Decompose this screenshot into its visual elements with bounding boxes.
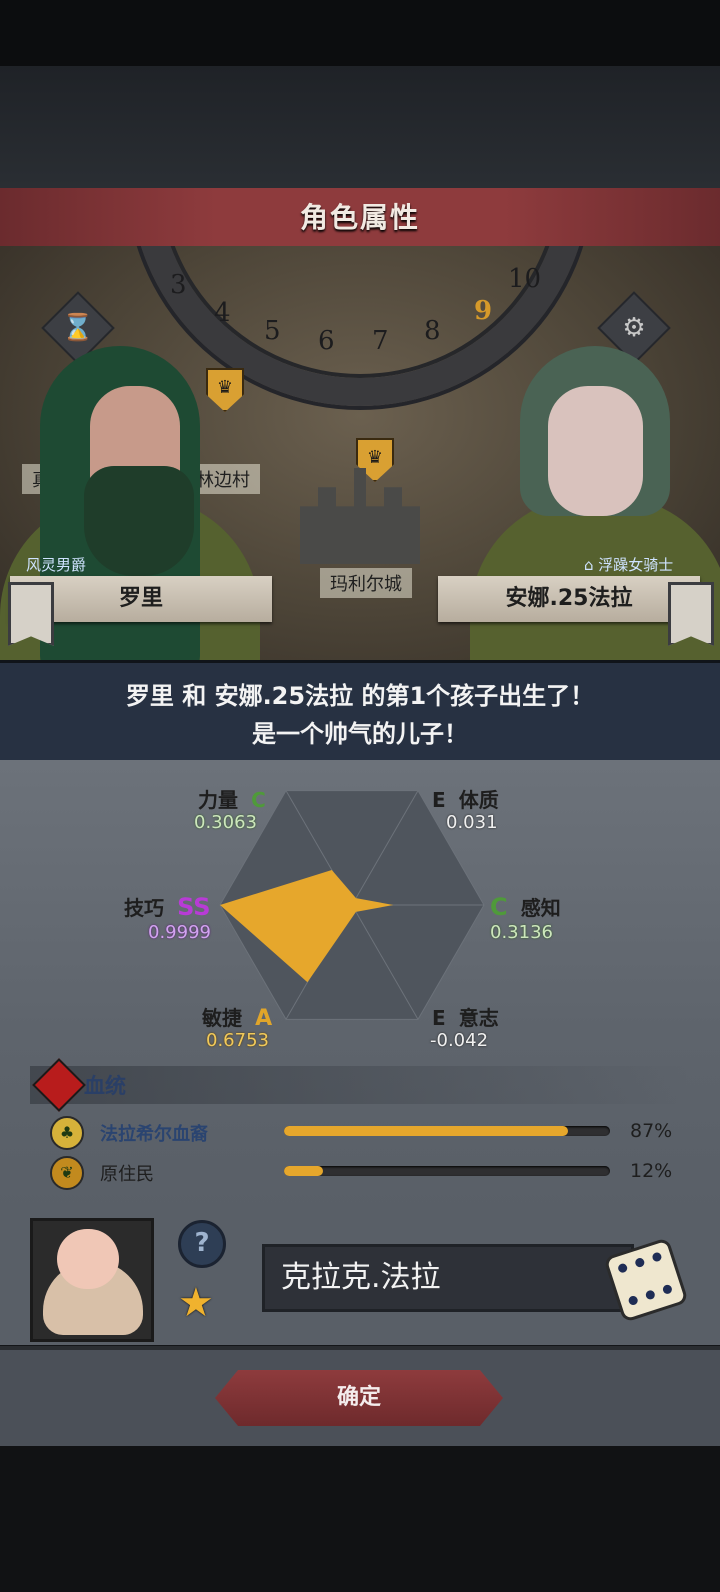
left-character-beard bbox=[84, 466, 194, 576]
child-name-field[interactable]: 克拉克.法拉 bbox=[262, 1244, 634, 1312]
dial-number: 10 bbox=[508, 264, 542, 294]
leaf-icon: ❦ bbox=[50, 1156, 84, 1190]
stat-constitution-grade: E bbox=[432, 788, 446, 812]
stat-constitution-value: 0.031 bbox=[446, 812, 498, 833]
bloodline-title: 血统 bbox=[84, 1074, 126, 1098]
stat-strength-label: 力量 bbox=[198, 788, 238, 812]
stat-perception-grade: C bbox=[490, 893, 508, 921]
place-label-city[interactable]: 玛利尔城 bbox=[320, 568, 412, 598]
bloodline-bar bbox=[284, 1126, 610, 1136]
right-character-title: ⌂ 浮躁女骑士 bbox=[584, 556, 674, 574]
stat-strength: 力量 C bbox=[198, 784, 266, 813]
tree-icon: ♣ bbox=[50, 1116, 84, 1150]
attribute-radar-chart bbox=[219, 790, 485, 1020]
bottom-area bbox=[0, 1446, 720, 1592]
page-title: 角色属性 bbox=[299, 201, 420, 234]
bloodline-percent: 12% bbox=[630, 1160, 673, 1182]
stat-constitution: E 体质 bbox=[432, 784, 499, 813]
status-bar-area bbox=[0, 0, 720, 66]
left-character-title: 风灵男爵 bbox=[26, 556, 87, 574]
stat-will-value: -0.042 bbox=[430, 1030, 489, 1051]
crest-icon: ♛ bbox=[206, 368, 244, 412]
stat-agility-label: 敏捷 bbox=[202, 1006, 242, 1030]
bloodline-row-label: 原住民 bbox=[100, 1164, 154, 1185]
confirm-button[interactable]: 确定 bbox=[215, 1370, 503, 1426]
stat-skill-label: 技巧 bbox=[124, 896, 164, 920]
child-avatar bbox=[30, 1218, 154, 1342]
birth-message-line2: 是一个帅气的儿子！ bbox=[252, 720, 468, 748]
bloodline-percent: 87% bbox=[630, 1120, 673, 1142]
stat-will-grade: E bbox=[432, 1006, 446, 1030]
bloodline-bar-fill bbox=[284, 1166, 324, 1176]
stat-agility: 敏捷 A bbox=[202, 1002, 272, 1031]
dial-number: 6 bbox=[318, 326, 335, 356]
stat-strength-value: 0.3063 bbox=[194, 812, 257, 833]
gear-icon: ⚙ bbox=[622, 313, 646, 343]
help-button[interactable]: ? bbox=[178, 1220, 226, 1268]
dial-number: 5 bbox=[264, 316, 281, 346]
bloodline-bar bbox=[284, 1166, 610, 1176]
map-scene: 3 4 5 6 7 8 9 10 ⌛ ⚙ 真 林边村 ♛ ♛ 玛利尔城 风灵男爵… bbox=[0, 246, 720, 670]
stat-agility-grade: A bbox=[255, 1006, 273, 1031]
stat-perception-value: 0.3136 bbox=[490, 922, 553, 943]
stat-skill-value: 0.9999 bbox=[148, 922, 211, 943]
dial-number: 4 bbox=[214, 298, 231, 328]
birth-message-line1: 罗里 和 安娜.25法拉 的第1个孩子出生了！ bbox=[125, 682, 595, 710]
stat-will: E 意志 bbox=[432, 1002, 499, 1031]
stat-perception: C 感知 bbox=[490, 892, 561, 921]
stat-strength-grade: C bbox=[251, 788, 266, 812]
stat-skill-grade: SS bbox=[177, 893, 211, 921]
stat-agility-value: 0.6753 bbox=[206, 1030, 269, 1051]
right-character-portrait bbox=[548, 386, 643, 516]
dial-number: 8 bbox=[424, 316, 441, 346]
stat-constitution-label: 体质 bbox=[458, 788, 499, 812]
bloodline-header bbox=[30, 1066, 690, 1104]
right-character-name: 安娜.25法拉 bbox=[438, 576, 700, 622]
stat-perception-label: 感知 bbox=[520, 896, 561, 920]
favorite-star-icon[interactable]: ★ bbox=[178, 1280, 214, 1326]
right-character-title-text: 浮躁女骑士 bbox=[598, 556, 674, 574]
dial-number: 7 bbox=[372, 326, 389, 356]
dial-number-current: 9 bbox=[474, 296, 493, 326]
stat-skill: 技巧 SS bbox=[124, 892, 211, 921]
top-spacer bbox=[0, 66, 720, 188]
dial-number: 3 bbox=[170, 270, 187, 300]
baby-face bbox=[57, 1229, 119, 1289]
castle-icon[interactable] bbox=[300, 468, 420, 564]
stat-will-label: 意志 bbox=[458, 1006, 499, 1030]
bloodline-bar-fill bbox=[284, 1126, 568, 1136]
bloodline-row-label: 法拉希尔血裔 bbox=[100, 1124, 208, 1145]
hourglass-icon: ⌛ bbox=[61, 313, 95, 343]
